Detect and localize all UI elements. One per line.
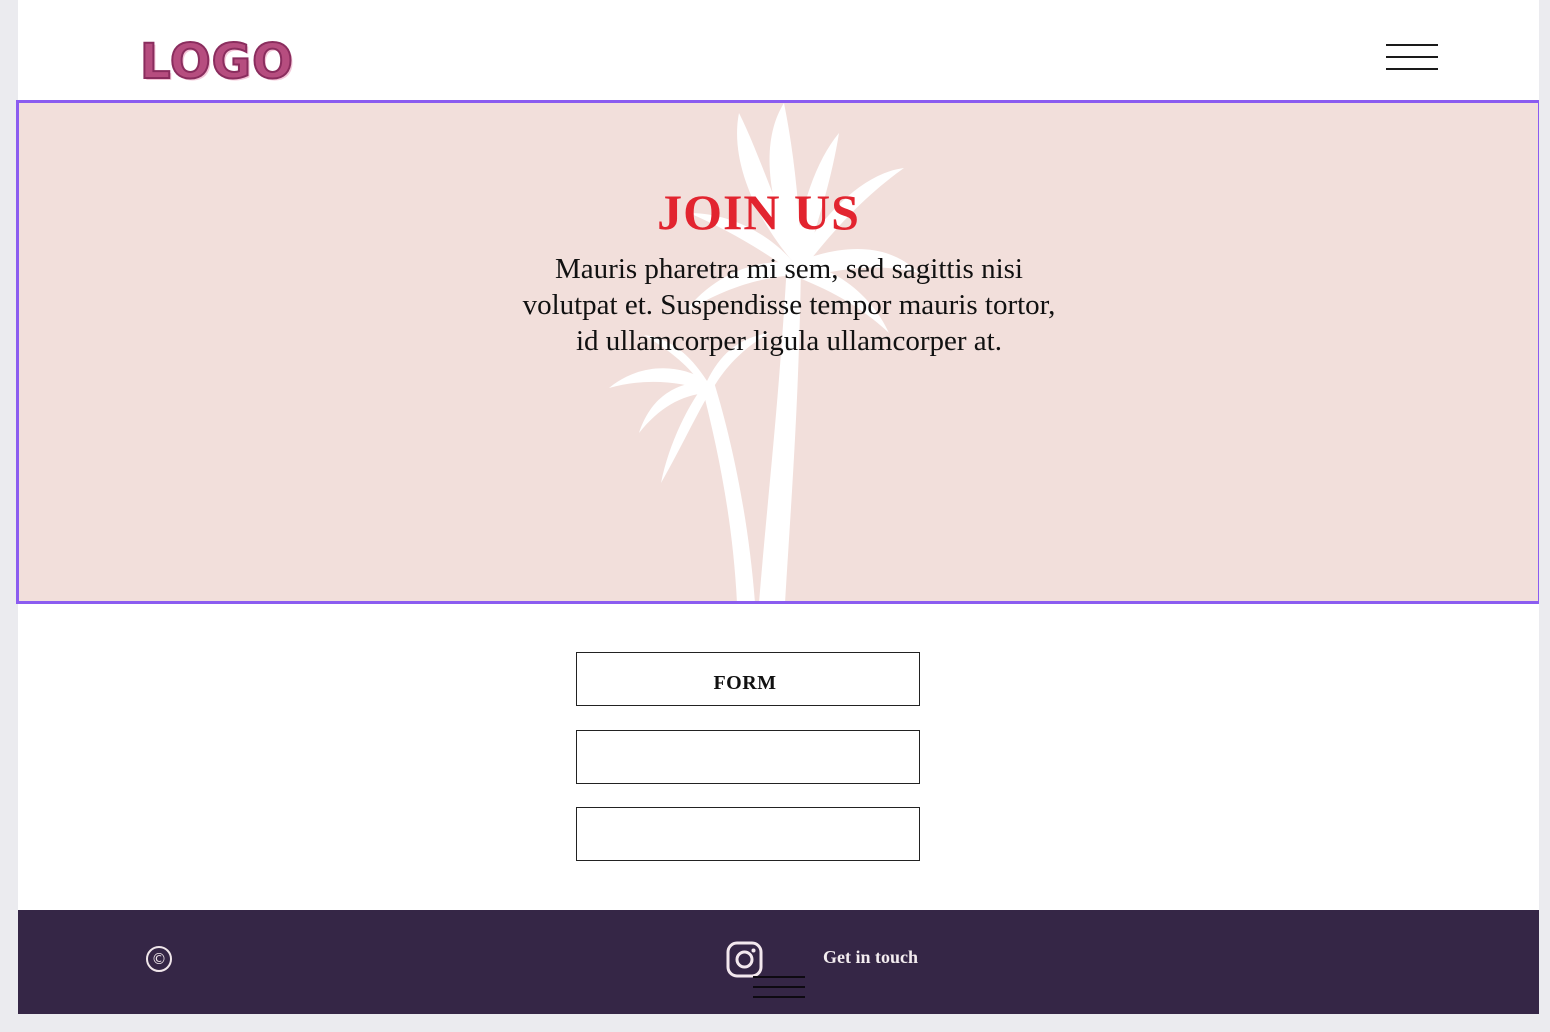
page: LOGO JOIN US Mauris pharetra mi sem, sed… bbox=[16, 0, 1541, 1014]
section-description: Mauris pharetra mi sem, sed sagittis nis… bbox=[522, 253, 1056, 357]
form-field-1[interactable] bbox=[576, 730, 920, 784]
form-field-2[interactable] bbox=[576, 807, 920, 861]
join-us-section: JOIN US Mauris pharetra mi sem, sed sagi… bbox=[16, 100, 1541, 604]
form-input-2[interactable] bbox=[577, 808, 919, 860]
menu-line bbox=[753, 976, 805, 978]
menu-line bbox=[753, 996, 805, 998]
right-edge bbox=[1539, 0, 1550, 1032]
copyright-icon: © bbox=[146, 946, 172, 972]
form-title-box: FORM bbox=[576, 652, 920, 706]
form-title: FORM bbox=[713, 672, 777, 694]
hamburger-menu-icon[interactable] bbox=[1386, 44, 1438, 72]
bottom-edge bbox=[0, 1014, 1550, 1032]
instagram-icon[interactable] bbox=[726, 941, 763, 978]
menu-line bbox=[1386, 68, 1438, 70]
section-title: JOIN US bbox=[657, 184, 860, 240]
footer: © Get in touch bbox=[18, 910, 1539, 1014]
menu-line bbox=[753, 986, 805, 988]
menu-line bbox=[1386, 44, 1438, 46]
logo[interactable]: LOGO bbox=[139, 33, 294, 91]
form-input-1[interactable] bbox=[577, 731, 919, 783]
footer-hamburger-menu-icon[interactable] bbox=[753, 976, 805, 1002]
get-in-touch-link[interactable]: Get in touch bbox=[823, 947, 918, 968]
menu-line bbox=[1386, 56, 1438, 58]
